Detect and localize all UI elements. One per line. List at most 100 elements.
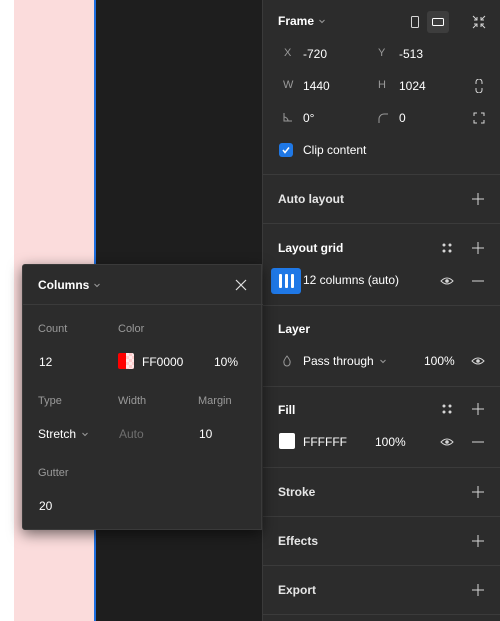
color-label: Color (118, 323, 145, 335)
frame-type-dropdown[interactable]: Frame (278, 14, 326, 28)
checkmark-icon (282, 147, 290, 154)
auto-layout-title: Auto layout (278, 192, 344, 206)
grid-alignment-dropdown[interactable]: Stretch (38, 427, 89, 441)
resize-to-fit-button[interactable] (469, 12, 489, 32)
chevron-down-icon (94, 283, 101, 288)
margin-label: Margin (198, 395, 232, 407)
eye-icon (471, 357, 485, 365)
fill-color-swatch[interactable] (279, 433, 295, 449)
width-label: Width (118, 395, 147, 407)
margin-input[interactable]: 10 (199, 427, 212, 441)
corner-radius-icon (378, 113, 388, 123)
auto-layout-section: Auto layout (263, 175, 500, 224)
h-label: H (378, 79, 386, 91)
grid-type-dropdown[interactable]: Columns (38, 278, 101, 292)
layer-title: Layer (278, 322, 311, 336)
fill-section: Fill FFFFFF 100% (263, 387, 500, 468)
effects-section: Effects (263, 517, 500, 566)
toggle-grid-visibility-button[interactable] (438, 272, 456, 290)
add-fill-button[interactable] (469, 400, 487, 418)
gutter-input[interactable]: 20 (39, 499, 52, 513)
canvas-background (0, 0, 14, 621)
grid-styles-button[interactable] (438, 239, 456, 257)
plus-icon (472, 486, 484, 498)
toggle-layer-visibility-button[interactable] (469, 352, 487, 370)
chevron-down-icon (319, 19, 325, 24)
grid-type-value: Columns (38, 278, 90, 292)
toggle-fill-visibility-button[interactable] (438, 433, 456, 451)
corners-icon (473, 112, 485, 124)
x-label: X (284, 47, 292, 59)
clip-content-label: Clip content (303, 143, 367, 157)
w-input[interactable]: 1440 (303, 79, 330, 93)
add-layout-grid-button[interactable] (469, 239, 487, 257)
chevron-down-icon (379, 359, 386, 364)
layout-grid-item-label[interactable]: 12 columns (auto) (303, 273, 399, 287)
portrait-orientation-button[interactable] (404, 11, 426, 33)
plus-icon (472, 584, 484, 596)
chevron-down-icon (82, 432, 88, 437)
plus-icon (472, 193, 484, 205)
styles-icon (442, 404, 452, 414)
independent-corners-button[interactable] (471, 110, 487, 126)
rotation-input[interactable]: 0° (303, 111, 314, 125)
frame-title: Frame (278, 14, 315, 28)
corner-radius-input[interactable]: 0 (399, 111, 406, 125)
count-input[interactable]: 12 (39, 355, 52, 369)
clip-content-checkbox[interactable] (279, 143, 293, 157)
remove-layout-grid-button[interactable] (469, 272, 487, 290)
grid-alignment-value: Stretch (38, 427, 77, 441)
add-stroke-button[interactable] (469, 483, 487, 501)
landscape-orientation-button[interactable] (427, 11, 449, 33)
width-input[interactable]: Auto (119, 427, 144, 441)
grid-column-bar (284, 274, 288, 288)
y-input[interactable]: -513 (399, 47, 423, 61)
grid-color-opacity-input[interactable]: 10% (214, 355, 238, 369)
layer-opacity-input[interactable]: 100% (424, 354, 455, 368)
frame-section: Frame X -720 Y -513 W 1440 H 1024 0° 0 C… (263, 0, 500, 175)
constrain-proportions-button[interactable] (471, 78, 487, 94)
export-title: Export (278, 583, 317, 597)
swatch-transparent-half (126, 353, 134, 369)
fill-styles-button[interactable] (438, 400, 456, 418)
grid-column-bar (290, 274, 294, 288)
effects-title: Effects (278, 534, 319, 548)
grid-column-bar (278, 274, 282, 288)
stroke-section: Stroke (263, 468, 500, 517)
count-label: Count (38, 323, 68, 335)
fill-opacity-input[interactable]: 100% (375, 435, 406, 449)
y-label: Y (378, 47, 386, 59)
blend-mode-dropdown[interactable]: Pass through (303, 354, 387, 368)
landscape-icon (432, 18, 444, 26)
remove-fill-button[interactable] (469, 433, 487, 451)
close-icon (235, 279, 247, 291)
styles-icon (442, 243, 452, 253)
stroke-title: Stroke (278, 485, 316, 499)
type-label: Type (38, 395, 62, 407)
w-label: W (283, 79, 294, 91)
blend-mode-icon (283, 355, 291, 367)
gutter-label: Gutter (38, 467, 69, 479)
close-popup-button[interactable] (232, 276, 250, 294)
swatch-solid-half (118, 353, 126, 369)
properties-panel: Frame X -720 Y -513 W 1440 H 1024 0° 0 C… (262, 0, 500, 621)
grid-color-swatch[interactable] (118, 353, 134, 369)
add-auto-layout-button[interactable] (469, 190, 487, 208)
layout-grid-title: Layout grid (278, 241, 344, 255)
plus-icon (472, 535, 484, 547)
grid-color-hex-input[interactable]: FF0000 (142, 355, 183, 369)
add-effect-button[interactable] (469, 532, 487, 550)
x-input[interactable]: -720 (303, 47, 327, 61)
grid-settings-button[interactable] (271, 268, 301, 294)
plus-icon (472, 242, 484, 254)
add-export-button[interactable] (469, 581, 487, 599)
blend-mode-value: Pass through (303, 354, 374, 368)
rotation-icon (283, 113, 292, 122)
popup-header: Columns (23, 265, 263, 305)
grid-settings-popup: Columns Count Color 12 FF0000 10% Type W… (22, 264, 263, 530)
portrait-icon (411, 16, 419, 28)
eye-icon (440, 438, 454, 446)
export-section: Export (263, 566, 500, 615)
fill-hex-input[interactable]: FFFFFF (303, 435, 347, 449)
h-input[interactable]: 1024 (399, 79, 426, 93)
